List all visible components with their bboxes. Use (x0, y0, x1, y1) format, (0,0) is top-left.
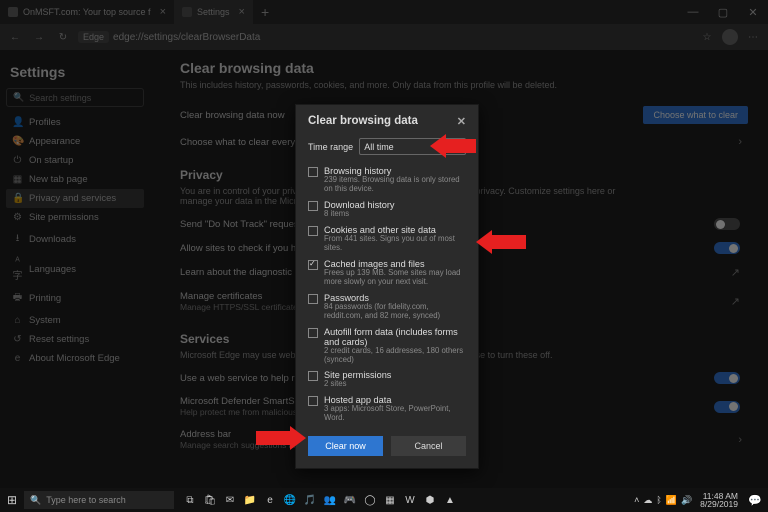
option-subtitle: 84 passwords (for fidelity.com, reddit.c… (324, 303, 466, 321)
checkbox[interactable] (308, 371, 318, 381)
store-icon[interactable]: 🛍 (202, 492, 218, 508)
taskbar-search-placeholder: Type here to search (46, 495, 126, 505)
clear-option-row[interactable]: Passwords84 passwords (for fidelity.com,… (308, 290, 466, 324)
cancel-button[interactable]: Cancel (391, 436, 466, 456)
start-button[interactable]: ⊞ (0, 493, 24, 507)
cortana-icon[interactable]: ◯ (362, 492, 378, 508)
system-tray: ˄ ☁ ᛒ 📶 🔊 11:48 AM 8/29/2019 💬 (634, 492, 768, 509)
wifi-icon[interactable]: 📶 (666, 495, 677, 506)
explorer-icon[interactable]: 📁 (242, 492, 258, 508)
app-icon[interactable]: ▲ (442, 492, 458, 508)
option-subtitle: From 441 sites. Signs you out of most si… (324, 235, 466, 253)
clock-date: 8/29/2019 (700, 500, 738, 509)
onedrive-icon[interactable]: ☁ (643, 495, 652, 506)
checkbox[interactable] (308, 396, 318, 406)
clear-option-row[interactable]: Cookies and other site dataFrom 441 site… (308, 222, 466, 256)
action-center-icon[interactable]: 💬 (746, 494, 764, 507)
time-range-value: All time (364, 142, 394, 152)
clear-now-button[interactable]: Clear now (308, 436, 383, 456)
time-range-label: Time range (308, 142, 353, 152)
time-range-select[interactable]: All time ▾ (359, 138, 466, 155)
taskbar-search-input[interactable]: 🔍 Type here to search (24, 491, 174, 509)
checkbox[interactable] (308, 294, 318, 304)
dialog-close-button[interactable]: ✕ (457, 115, 466, 128)
clear-option-row[interactable]: Browsing history239 items. Browsing data… (308, 163, 466, 197)
checkbox[interactable] (308, 328, 318, 338)
edge-legacy-icon[interactable]: e (262, 492, 278, 508)
clear-option-row[interactable]: Download history8 items (308, 197, 466, 222)
option-subtitle: 239 items. Browsing data is only stored … (324, 176, 466, 194)
xbox-icon[interactable]: 🎮 (342, 492, 358, 508)
option-subtitle: 2 sites (324, 380, 466, 389)
volume-icon[interactable]: 🔊 (681, 495, 692, 506)
chevron-down-icon: ▾ (456, 141, 461, 152)
bluetooth-icon[interactable]: ᛒ (656, 495, 661, 505)
clear-option-row[interactable]: Hosted app data3 apps: Microsoft Store, … (308, 392, 466, 426)
checkbox[interactable] (308, 167, 318, 177)
option-subtitle: 8 items (324, 210, 466, 219)
checkbox[interactable] (308, 201, 318, 211)
option-title: Autofill form data (includes forms and c… (324, 327, 466, 347)
edge-icon[interactable]: 🌐 (282, 492, 298, 508)
app-icon[interactable]: ⬢ (422, 492, 438, 508)
taskbar-clock[interactable]: 11:48 AM 8/29/2019 (696, 492, 742, 509)
tray-overflow-icon[interactable]: ˄ (634, 495, 639, 505)
task-view-icon[interactable]: ⧉ (182, 492, 198, 508)
clear-option-row[interactable]: Cached images and filesFrees up 139 MB. … (308, 256, 466, 290)
checkbox[interactable] (308, 226, 318, 236)
option-subtitle: Frees up 139 MB. Some sites may load mor… (324, 269, 466, 287)
clear-option-row[interactable]: Autofill form data (includes forms and c… (308, 324, 466, 368)
option-subtitle: 3 apps: Microsoft Store, PowerPoint, Wor… (324, 405, 466, 423)
app-icon[interactable]: ▦ (382, 492, 398, 508)
clear-option-row[interactable]: Site permissions2 sites (308, 367, 466, 392)
search-icon: 🔍 (30, 495, 41, 506)
music-icon[interactable]: 🎵 (302, 492, 318, 508)
mail-icon[interactable]: ✉ (222, 492, 238, 508)
word-icon[interactable]: W (402, 492, 418, 508)
dialog-title: Clear browsing data (308, 115, 418, 128)
teams-icon[interactable]: 👥 (322, 492, 338, 508)
clear-browsing-data-dialog: Clear browsing data ✕ Time range All tim… (295, 104, 479, 469)
windows-taskbar: ⊞ 🔍 Type here to search ⧉ 🛍 ✉ 📁 e 🌐 🎵 👥 … (0, 488, 768, 512)
checkbox[interactable] (308, 260, 318, 270)
taskbar-pinned-apps: ⧉ 🛍 ✉ 📁 e 🌐 🎵 👥 🎮 ◯ ▦ W ⬢ ▲ (182, 492, 458, 508)
option-subtitle: 2 credit cards, 16 addresses, 180 others… (324, 347, 466, 365)
